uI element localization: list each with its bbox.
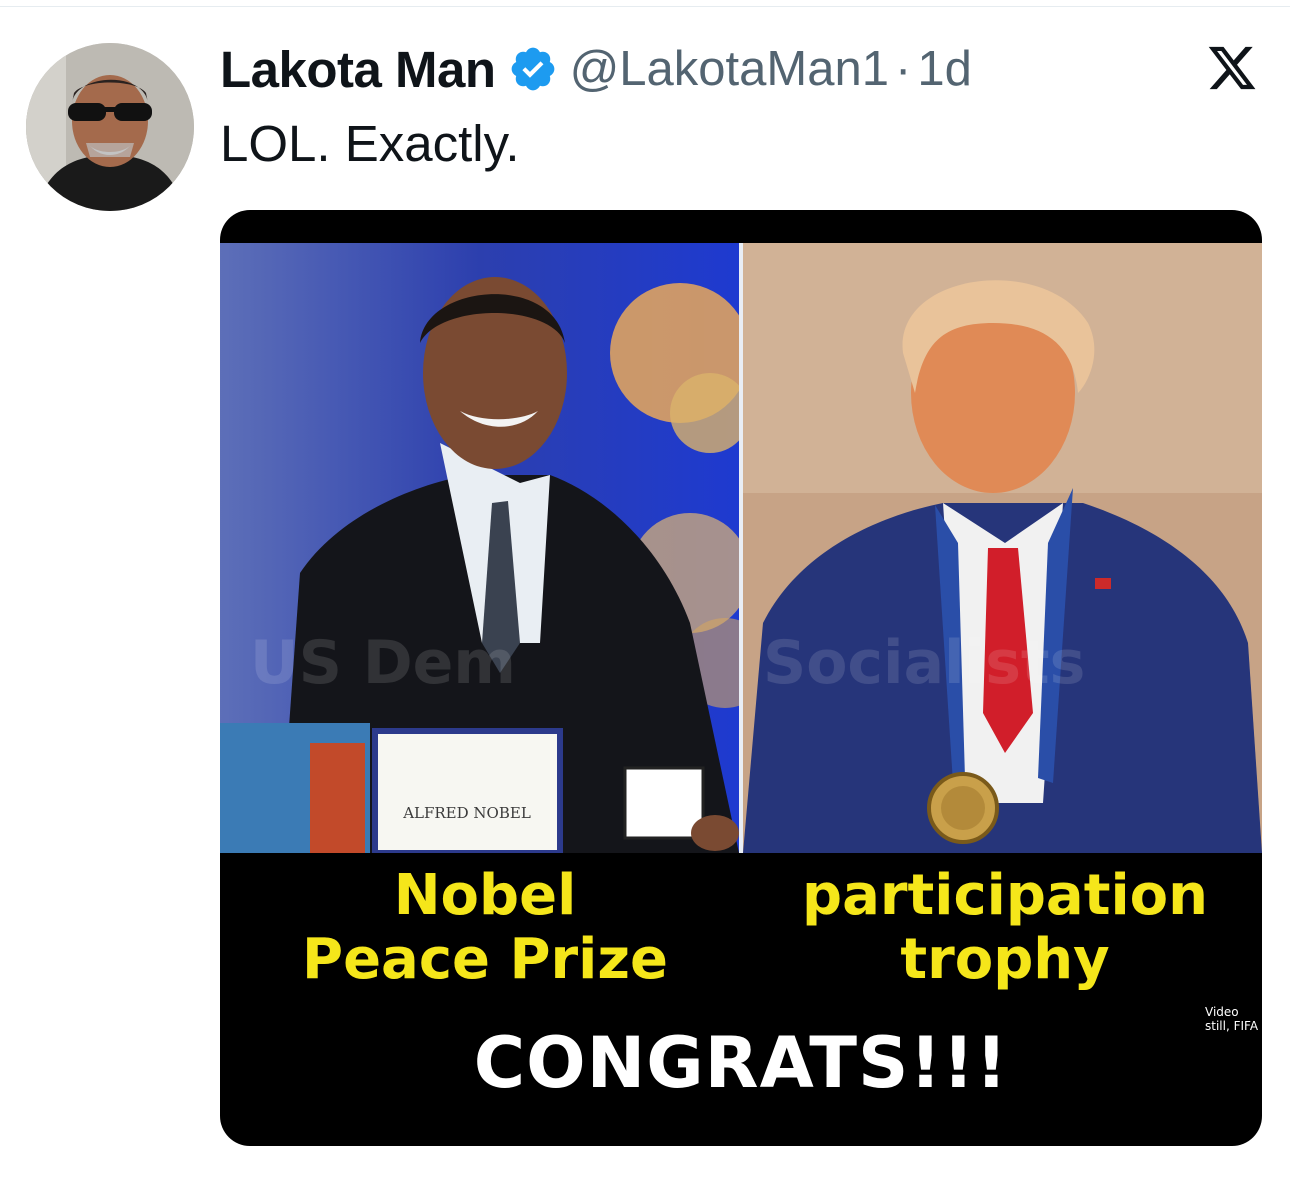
bottom-caption: CONGRATS!!! [473, 1022, 1009, 1104]
x-logo-icon [1206, 42, 1258, 94]
svg-text:Socialists: Socialists [763, 628, 1085, 698]
author-name[interactable]: Lakota Man [220, 40, 496, 99]
avatar[interactable] [26, 43, 194, 211]
diploma-text: ALFRED NOBEL [402, 804, 531, 822]
left-photo: ALFRED NOBEL US Dem [220, 243, 739, 853]
avatar-photo [26, 43, 194, 211]
author-handle[interactable]: @LakotaMan1 [570, 41, 889, 97]
left-caption-line1: Nobel [393, 863, 577, 928]
left-caption-line2: Peace Prize [302, 927, 668, 992]
svg-text:US Dem: US Dem [250, 628, 516, 698]
top-divider [0, 6, 1290, 7]
right-caption-line2: trophy [900, 927, 1110, 992]
right-caption: participation trophy [800, 864, 1210, 992]
tweet-media[interactable]: ALFRED NOBEL US Dem Socialists Video sti… [220, 210, 1262, 1146]
verified-badge-icon [508, 44, 558, 94]
tweet-header: Lakota Man @LakotaMan1 · 1d [220, 36, 972, 102]
right-photo: Socialists [743, 243, 1262, 853]
separator-dot: · [895, 42, 912, 96]
left-caption: Nobel Peace Prize [290, 864, 680, 992]
timestamp[interactable]: 1d [917, 41, 972, 97]
tweet-text: LOL. Exactly. [220, 115, 520, 172]
right-caption-line1: participation [801, 863, 1209, 928]
